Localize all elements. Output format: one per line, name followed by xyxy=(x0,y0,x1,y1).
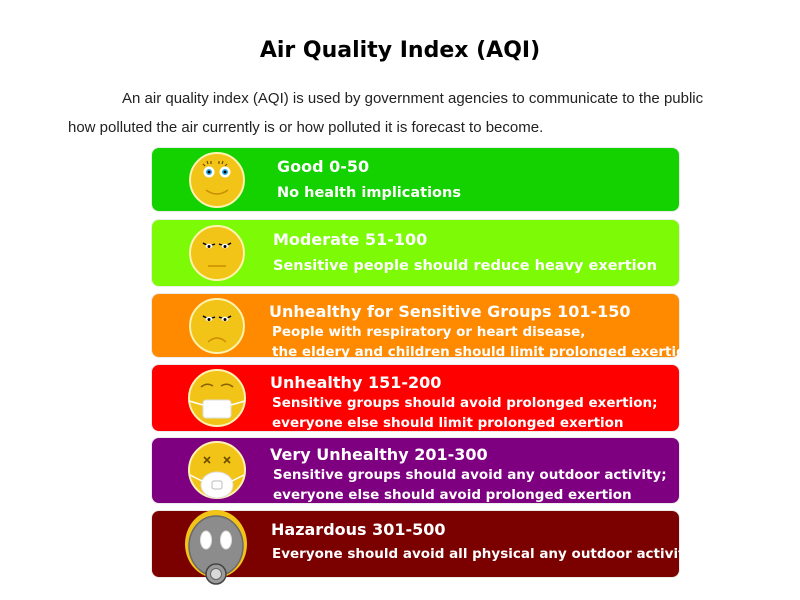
respirator-face-icon xyxy=(187,437,247,503)
aqi-level-description: No health implications xyxy=(277,185,461,201)
intro-line-1: An air quality index (AQI) is used by go… xyxy=(122,90,704,107)
intro-line-2: how polluted the air currently is or how… xyxy=(68,119,544,136)
gas-mask-icon xyxy=(183,508,249,588)
aqi-level-description: Everyone should avoid all physical any o… xyxy=(272,546,694,562)
aqi-level-description-line-2: everyone else should limit prolonged exe… xyxy=(272,415,624,431)
neutral-face-icon xyxy=(189,221,245,285)
aqi-level-description-line-2: the eldery and children should limit pro… xyxy=(272,344,695,360)
mask-face-icon xyxy=(187,365,247,431)
aqi-level-title: Very Unhealthy 201-300 xyxy=(270,445,488,464)
aqi-level-title: Unhealthy 151-200 xyxy=(270,373,442,392)
happy-face-icon xyxy=(189,148,245,212)
frown-face-icon xyxy=(189,294,245,358)
aqi-level-title: Moderate 51-100 xyxy=(273,230,428,249)
page-title: Air Quality Index (AQI) xyxy=(259,38,541,63)
aqi-level-description-line-1: Sensitive groups should avoid prolonged … xyxy=(272,395,658,411)
aqi-level-description-line-1: People with respiratory or heart disease… xyxy=(272,324,586,340)
aqi-level-title: Unhealthy for Sensitive Groups 101-150 xyxy=(269,302,631,321)
aqi-level-description: Sensitive people should reduce heavy exe… xyxy=(273,258,657,274)
aqi-level-description-line-1: Sensitive groups should avoid any outdoo… xyxy=(273,467,667,483)
intro-text: An air quality index (AQI) is used by go… xyxy=(68,84,748,142)
aqi-level-title: Hazardous 301-500 xyxy=(271,520,446,539)
aqi-level-description-line-2: everyone else should avoid prolonged exe… xyxy=(273,487,632,503)
aqi-level-title: Good 0-50 xyxy=(277,157,370,176)
